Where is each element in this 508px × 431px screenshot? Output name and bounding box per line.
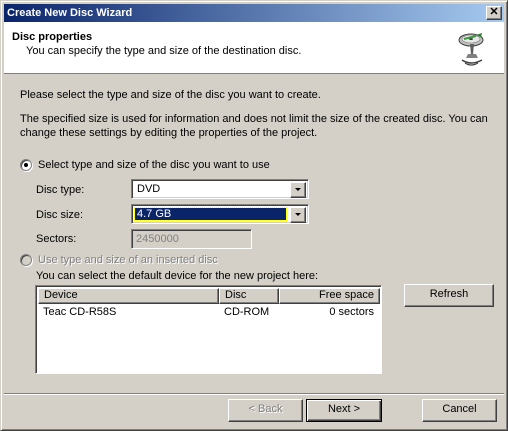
close-icon[interactable]: ✕ [486,6,502,20]
manual-size-label[interactable]: Select type and size of the disc you wan… [38,159,270,171]
disc-wizard-icon [458,33,484,66]
title-bar[interactable]: Create New Disc Wizard ✕ [4,4,504,22]
back-button[interactable]: < Back [228,399,303,422]
footer-divider-highlight [4,394,504,395]
disc-size-select[interactable]: 4.7 GB [131,204,309,224]
inserted-disc-radio[interactable] [20,254,32,266]
info-text: The specified size is used for informati… [20,113,488,139]
device-list-header: Device Disc Free space [38,288,381,304]
manual-size-radio[interactable] [20,159,32,171]
header-title: Disc properties [12,31,93,43]
device-disc: CD-ROM [224,306,270,318]
disc-size-value: 4.7 GB [134,207,287,221]
header-subtitle: You can specify the type and size of the… [26,45,302,57]
table-row[interactable]: Teac CD-R58S CD-ROM 0 sectors [38,305,380,320]
inserted-disc-label: Use type and size of an inserted disc [38,254,218,266]
sectors-field: 2450000 [131,229,252,249]
device-free-space: 0 sectors [329,306,374,318]
chevron-down-icon[interactable] [290,207,306,223]
wizard-header: Disc properties You can specify the type… [4,22,504,74]
column-free-space[interactable]: Free space [279,288,380,304]
intro-text: Please select the type and size of the d… [20,89,321,101]
cancel-button[interactable]: Cancel [422,399,497,422]
chevron-down-icon[interactable] [290,182,306,198]
disc-type-value: DVD [137,183,161,195]
refresh-button[interactable]: Refresh [404,284,494,307]
column-disc[interactable]: Disc [219,288,279,304]
window-title: Create New Disc Wizard [7,7,133,19]
disc-type-label: Disc type: [36,184,85,196]
sectors-label: Sectors: [36,233,77,245]
disc-size-label: Disc size: [36,209,84,221]
column-device[interactable]: Device [38,288,219,304]
wizard-window: Create New Disc Wizard ✕ Disc properties… [0,0,508,431]
next-button[interactable]: Next > [306,399,382,422]
disc-type-select[interactable]: DVD [131,179,309,199]
device-name: Teac CD-R58S [43,306,117,318]
device-list[interactable]: Device Disc Free space Teac CD-R58S CD-R… [35,285,382,374]
device-hint: You can select the default device for th… [36,270,319,282]
sectors-value: 2450000 [136,233,179,245]
